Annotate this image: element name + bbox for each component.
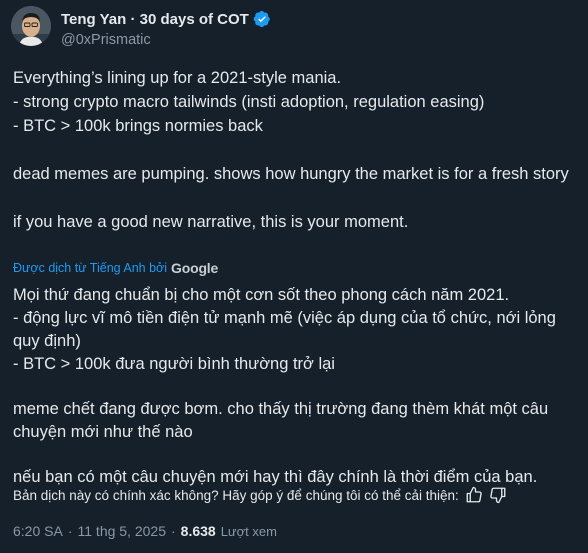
tweet-time[interactable]: 6:20 SA	[13, 523, 63, 539]
google-logo: Google	[171, 260, 219, 276]
tweet-translated-text: Mọi thứ đang chuẩn bị cho một cơn sốt th…	[13, 284, 578, 489]
view-label: Lượt xem	[220, 523, 277, 539]
translated-line: Mọi thứ đang chuẩn bị cho một cơn sốt th…	[13, 286, 510, 304]
tweet-original-text: Everything’s lining up for a 2021-style …	[13, 66, 578, 234]
view-count: 8.638	[180, 523, 216, 539]
translated-line: - BTC > 100k đưa người bình thường trở l…	[13, 355, 335, 373]
tweet-line: if you have a good new narrative, this i…	[13, 213, 409, 231]
thumbs-down-icon[interactable]	[489, 486, 507, 504]
feedback-question: Bản dịch này có chính xác không? Hãy góp…	[13, 487, 459, 503]
translation-attribution: Được dịch từ Tiếng Anh bởi Google	[13, 259, 218, 277]
tweet-date[interactable]: 11 thg 5, 2025	[78, 523, 166, 539]
avatar[interactable]	[11, 6, 51, 46]
tweet-line: - strong crypto macro tailwinds (insti a…	[13, 93, 485, 111]
tweet-line: dead memes are pumping. shows how hungry…	[13, 165, 569, 183]
meta-separator: ·	[67, 523, 73, 539]
author-handle[interactable]: @0xPrismatic	[61, 32, 151, 48]
verified-badge-icon[interactable]	[253, 10, 271, 28]
translation-feedback: Bản dịch này có chính xác không? Hãy góp…	[13, 485, 507, 505]
author-display-name[interactable]: Teng Yan · 30 days of COT	[61, 11, 249, 28]
meta-separator: ·	[170, 523, 176, 539]
tweet-line: - BTC > 100k brings normies back	[13, 117, 263, 135]
translated-line: - động lực vĩ mô tiền điện tử mạnh mẽ (v…	[13, 309, 556, 350]
translated-by-link[interactable]: Được dịch từ Tiếng Anh bởi	[13, 261, 167, 275]
tweet-meta: 6:20 SA · 11 thg 5, 2025 · 8.638 Lượt xe…	[13, 521, 277, 541]
avatar-photo	[11, 6, 51, 46]
translated-line: meme chết đang được bơm. cho thấy thị tr…	[13, 400, 549, 441]
tweet-line: Everything’s lining up for a 2021-style …	[13, 69, 342, 87]
author-name-row[interactable]: Teng Yan · 30 days of COT	[61, 9, 271, 29]
thumbs-up-icon[interactable]	[465, 486, 483, 504]
